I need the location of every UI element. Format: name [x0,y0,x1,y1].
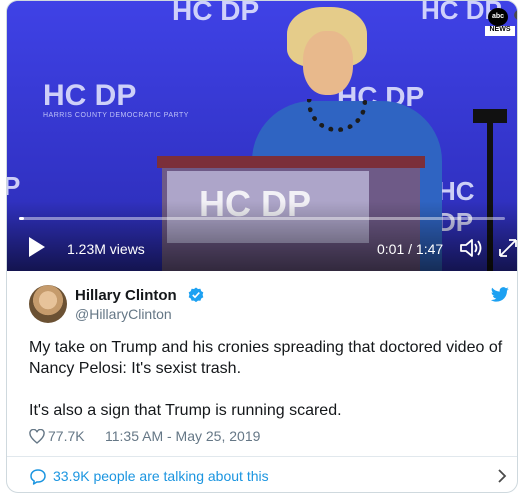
info-icon[interactable] [514,10,517,20]
conversation-link[interactable]: 33.9K people are talking about this [29,467,507,491]
divider [7,456,517,457]
video-logo-far-left: P [7,171,20,202]
video-progress-fill [19,217,24,220]
controls-overlay [7,201,517,271]
tweet-text: My take on Trump and his cronies spreadi… [29,337,507,421]
chevron-right-icon [498,469,507,483]
avatar[interactable] [29,285,67,323]
video-time: 0:01 / 1:47 [377,241,444,257]
video-logo-left-sub: HARRIS COUNTY DEMOCRATIC PARTY [43,112,189,119]
author-name[interactable]: Hillary Clinton [75,287,177,304]
fullscreen-icon[interactable] [497,237,517,259]
author-handle[interactable]: @HillaryClinton [75,306,172,322]
comment-bubble-icon [30,469,46,485]
speaker-face [303,31,353,95]
podium-top [157,156,425,168]
twitter-bird-icon[interactable] [490,287,510,303]
video-progress-bar[interactable] [19,217,505,220]
embedded-tweet-card: HC DP HC DP HARRIS COUNTY DEMOCRATIC PAR… [6,0,518,493]
tweet-paragraph: It's also a sign that Trump is running s… [29,402,342,419]
video-views: 1.23M views [67,241,145,257]
tweet-paragraph: My take on Trump and his cronies spreadi… [29,339,503,377]
video-player[interactable]: HC DP HC DP HARRIS COUNTY DEMOCRATIC PAR… [7,1,517,271]
abc-news-label: NEWS [485,26,515,36]
talking-count: 33.9K people are talking about this [53,468,269,484]
video-logo-left: HC DP [43,79,137,112]
play-icon[interactable] [29,237,45,257]
tweet-timestamp[interactable]: 11:35 AM - May 25, 2019 [105,428,260,444]
abc-news-badge: abc NEWS [485,8,516,36]
like-count[interactable]: 77.7K [48,428,85,444]
verified-badge-icon [188,287,204,303]
volume-icon[interactable] [459,237,485,259]
heart-icon[interactable] [29,429,45,444]
abc-logo: abc [488,8,508,26]
video-logo-top-center: HC DP [172,1,260,26]
